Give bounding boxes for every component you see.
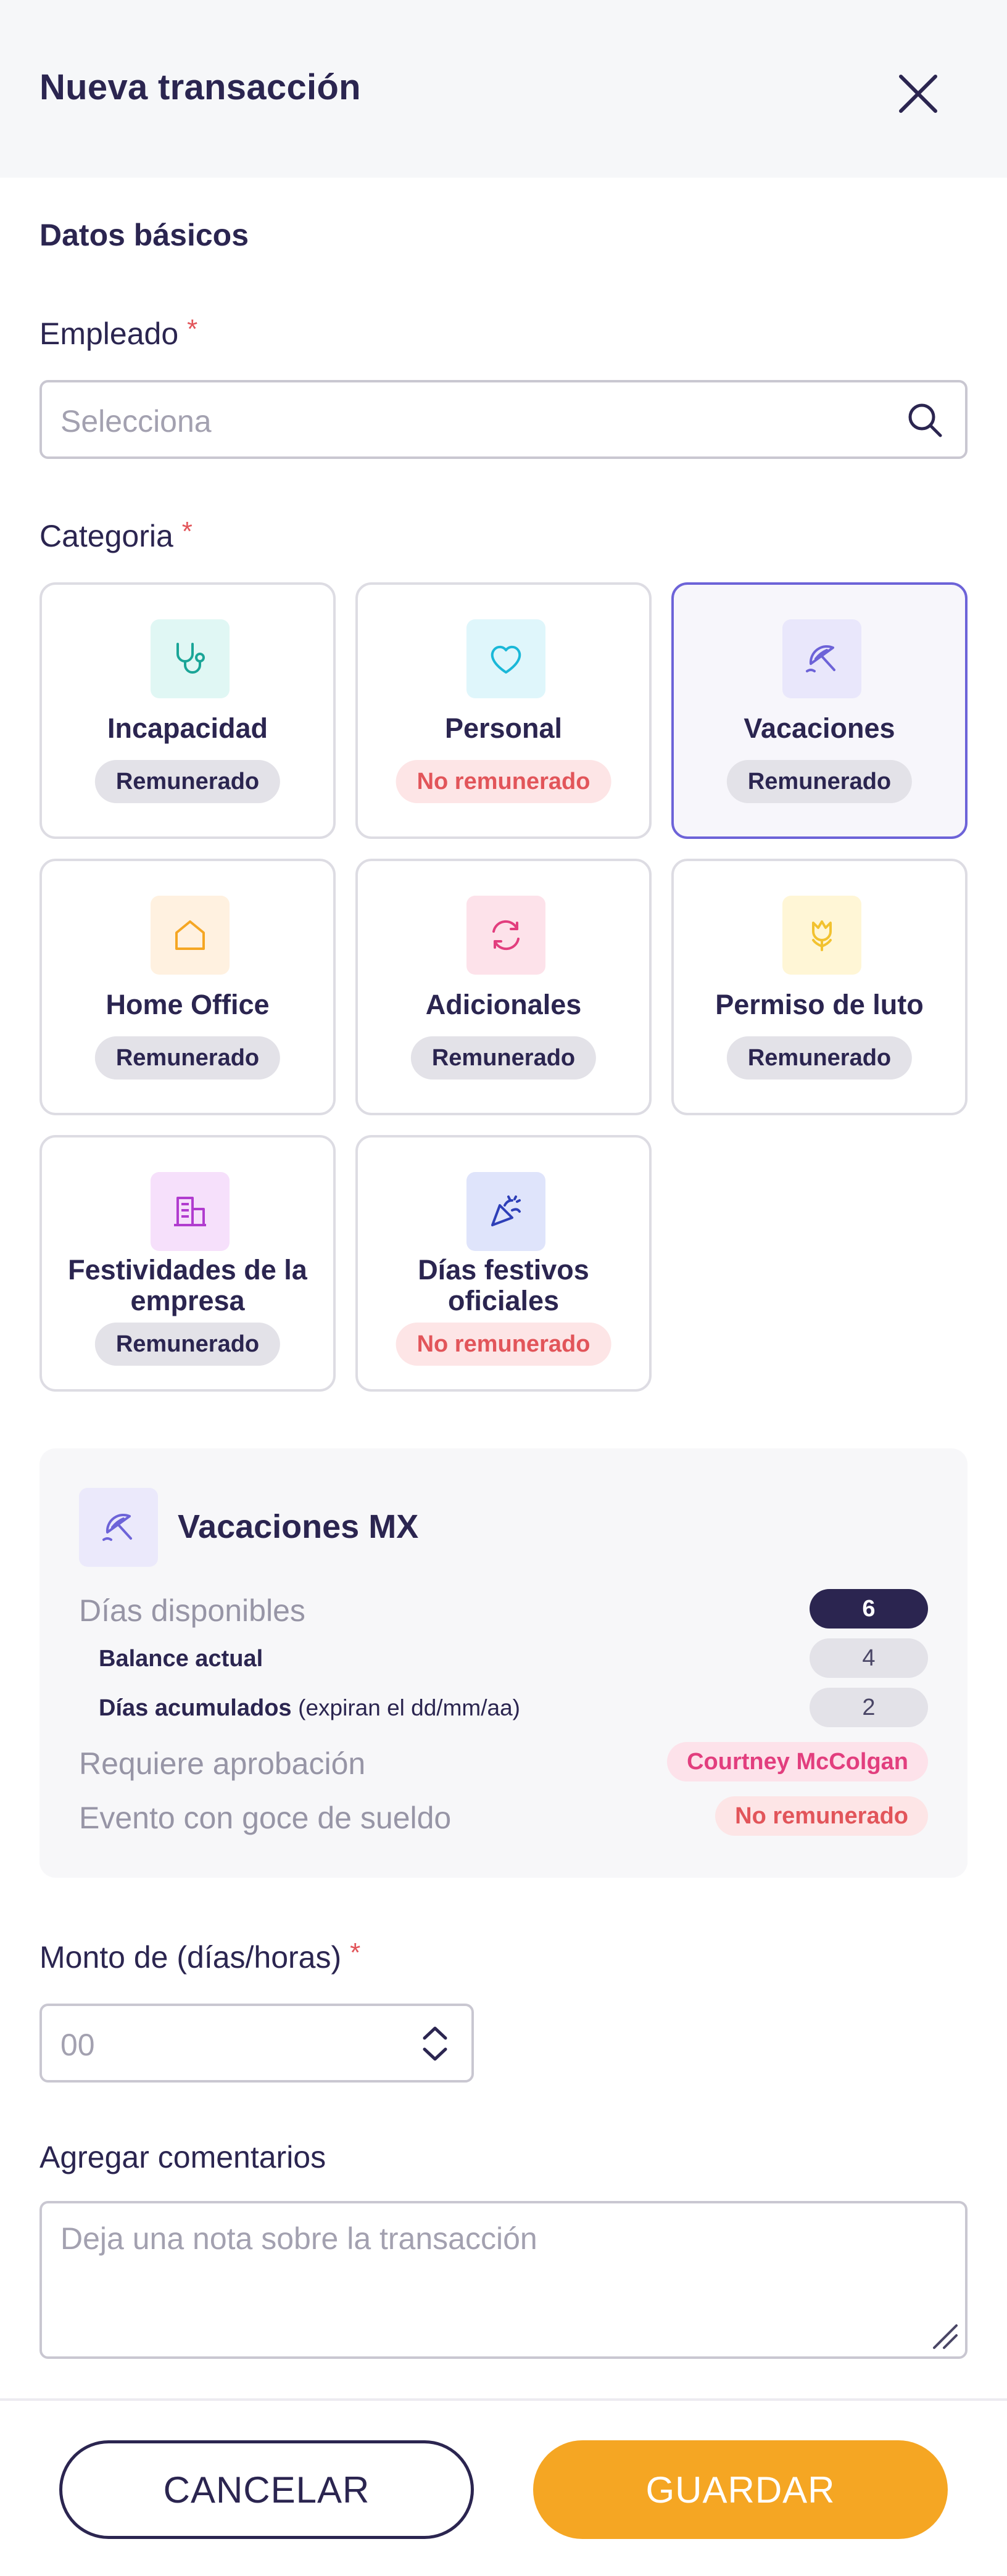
status-badge: No remunerado [396, 1323, 611, 1366]
category-label-text: Categoria [39, 519, 173, 553]
resize-handle-icon[interactable] [929, 2321, 960, 2351]
available-days-row: Días disponibles 6 [79, 1589, 928, 1629]
icon-box [151, 1172, 230, 1251]
amount-placeholder: 00 [60, 2028, 95, 2062]
page-title: Nueva transacción [39, 67, 361, 107]
amount-label: Monto de (días/horas) * [39, 1938, 361, 1975]
amount-label-text: Monto de (días/horas) [39, 1940, 342, 1975]
status-badge: Remunerado [94, 1036, 281, 1080]
search-icon[interactable] [906, 401, 944, 439]
category-name: Permiso de luto [715, 989, 924, 1020]
employee-label-text: Empleado [39, 316, 179, 351]
stepper-arrows-icon[interactable] [420, 2023, 450, 2064]
status-badge: Remunerado [726, 760, 913, 803]
status-badge: No remunerado [396, 760, 611, 803]
accrued-label-text: Días acumulados [99, 1695, 292, 1721]
category-card-dias-festivos[interactable]: Días festivos oficiales No remunerado [355, 1135, 652, 1392]
comments-placeholder: Deja una nota sobre la transacción [60, 2221, 537, 2256]
comments-textarea[interactable]: Deja una nota sobre la transacción [39, 2201, 968, 2359]
category-name: Vacaciones [744, 712, 895, 744]
cancel-button[interactable]: CANCELAR [59, 2440, 474, 2539]
category-card-personal[interactable]: Personal No remunerado [355, 582, 652, 839]
category-info-panel: Vacaciones MX Días disponibles 6 Balance… [39, 1448, 968, 1878]
accrued-note: (expiran el dd/mm/aa) [298, 1695, 520, 1720]
home-icon [175, 920, 205, 950]
approver-badge: Courtney McColgan [667, 1742, 928, 1781]
category-card-vacaciones[interactable]: Vacaciones Remunerado [671, 582, 968, 839]
required-marker: * [350, 1938, 361, 1968]
status-badge: Remunerado [726, 1036, 913, 1080]
icon-box [782, 896, 861, 975]
amount-input[interactable]: 00 [39, 2004, 474, 2083]
beach-umbrella-icon [806, 645, 835, 672]
close-button[interactable] [889, 64, 948, 123]
category-name: Días festivos oficiales [418, 1254, 589, 1316]
category-name: Adicionales [425, 989, 582, 1020]
footer: CANCELAR GUARDAR [0, 2398, 1007, 2576]
required-marker: * [181, 516, 193, 547]
status-badge: Remunerado [94, 1323, 281, 1366]
icon-box [466, 1172, 545, 1251]
category-card-home-office[interactable]: Home Office Remunerado [39, 859, 336, 1115]
category-name: Personal [444, 712, 563, 744]
comments-label: Agregar comentarios [39, 2140, 326, 2174]
paid-event-row: Evento con goce de sueldo No remunerado [79, 1796, 928, 1836]
header: Nueva transacción [0, 0, 1007, 178]
save-button[interactable]: GUARDAR [533, 2440, 948, 2539]
accrued-value: 2 [810, 1688, 928, 1727]
party-popper-icon [491, 1195, 521, 1226]
paid-event-label: Evento con goce de sueldo [79, 1801, 452, 1835]
employee-label: Empleado * [39, 314, 198, 352]
info-title: Vacaciones MX [178, 1508, 419, 1545]
category-label: Categoria * [39, 516, 193, 554]
icon-box [151, 619, 230, 698]
balance-value: 4 [810, 1638, 928, 1678]
approval-label: Requiere aprobación [79, 1746, 366, 1781]
icon-box [466, 896, 545, 975]
stethoscope-icon [176, 643, 205, 674]
status-badge: Remunerado [410, 1036, 597, 1080]
category-card-permiso-de-luto[interactable]: Permiso de luto Remunerado [671, 859, 968, 1115]
required-marker: * [187, 314, 198, 344]
paid-event-badge: No remunerado [715, 1796, 928, 1836]
available-days-label: Días disponibles [79, 1593, 305, 1628]
category-card-adicionales[interactable]: Adicionales Remunerado [355, 859, 652, 1115]
section-title: Datos básicos [39, 218, 249, 252]
heart-icon [491, 645, 521, 674]
building-icon [174, 1197, 206, 1226]
accrued-label: Días acumulados (expiran el dd/mm/aa) [99, 1695, 520, 1722]
category-card-incapacidad[interactable]: Incapacidad Remunerado [39, 582, 336, 839]
category-card-festividades[interactable]: Festividades de la empresa Remunerado [39, 1135, 336, 1392]
beach-umbrella-icon [102, 1514, 132, 1541]
employee-placeholder: Selecciona [60, 404, 212, 439]
close-icon [899, 75, 937, 113]
icon-box [151, 896, 230, 975]
info-icon-box [79, 1488, 158, 1567]
balance-row: Balance actual 4 [79, 1638, 928, 1678]
status-badge: Remunerado [94, 760, 281, 803]
category-name: Home Office [106, 989, 270, 1020]
accrued-row: Días acumulados (expiran el dd/mm/aa) 2 [79, 1688, 928, 1727]
employee-select[interactable]: Selecciona [39, 380, 968, 459]
icon-box [782, 619, 861, 698]
category-name: Incapacidad [107, 712, 268, 744]
tulip-icon [812, 920, 832, 951]
refresh-icon [492, 920, 520, 951]
approval-row: Requiere aprobación Courtney McColgan [79, 1742, 928, 1781]
balance-label: Balance actual [99, 1646, 263, 1672]
icon-box [466, 619, 545, 698]
available-days-value: 6 [810, 1589, 928, 1629]
category-name: Festividades de la empresa [68, 1254, 307, 1316]
